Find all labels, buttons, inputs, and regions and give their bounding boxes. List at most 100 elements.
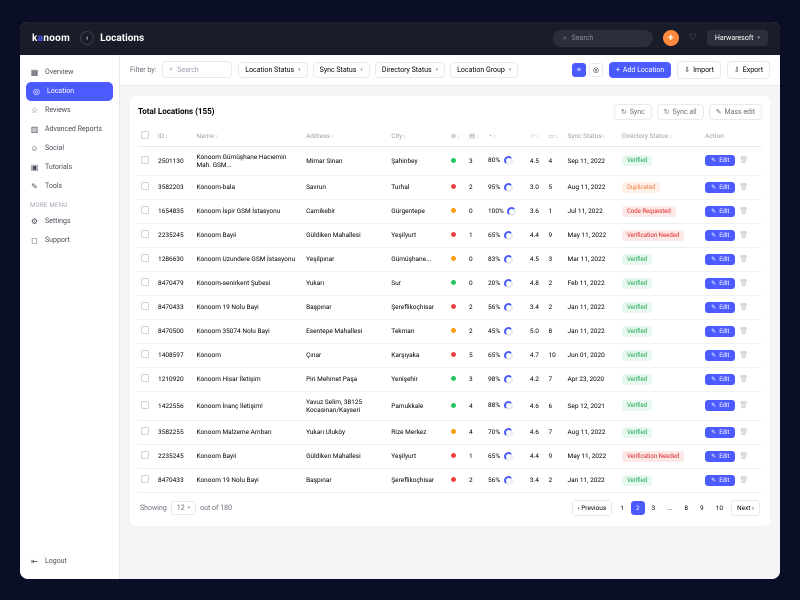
page-title: ‹ Locations — [80, 31, 144, 45]
sync-all-button[interactable]: ↻Sync all — [657, 104, 704, 120]
row-checkbox[interactable] — [141, 374, 149, 382]
page-2[interactable]: 2 — [631, 501, 645, 515]
row-checkbox[interactable] — [141, 401, 149, 409]
edit-button[interactable]: ✎Edit — [705, 302, 735, 313]
edit-button[interactable]: ✎Edit — [705, 475, 735, 486]
sidebar-item-support[interactable]: ◻Support — [20, 231, 119, 250]
app-window: kanoom ‹ Locations ⌕ Search + ♡ Harwares… — [20, 22, 780, 579]
row-checkbox[interactable] — [141, 302, 149, 310]
col-name[interactable]: Name↕ — [193, 126, 303, 147]
delete-button[interactable]: 🗑 — [739, 156, 748, 164]
edit-button[interactable]: ✎Edit — [705, 326, 735, 337]
edit-button[interactable]: ✎Edit — [705, 400, 735, 411]
add-location-button[interactable]: + Add Location — [609, 62, 671, 78]
view-map-button[interactable]: ◎ — [589, 63, 603, 77]
row-checkbox[interactable] — [141, 350, 149, 358]
back-icon[interactable]: ‹ — [80, 31, 94, 45]
col-dir[interactable]: Directory Status↕ — [619, 126, 702, 147]
row-checkbox[interactable] — [141, 206, 149, 214]
sidebar-item-overview[interactable]: ▦Overview — [20, 63, 119, 82]
page-10[interactable]: 10 — [711, 501, 728, 515]
delete-button[interactable]: 🗑 — [739, 231, 748, 239]
logout-button[interactable]: ⇤ Logout — [20, 552, 119, 571]
row-checkbox[interactable] — [141, 230, 149, 238]
global-search[interactable]: ⌕ Search — [553, 30, 653, 47]
page-9[interactable]: 9 — [695, 501, 709, 515]
per-page-select[interactable]: 12▾ — [171, 501, 196, 515]
mass-edit-button[interactable]: ✎Mass edit — [709, 104, 762, 120]
delete-button[interactable]: 🗑 — [739, 207, 748, 215]
edit-button[interactable]: ✎Edit — [705, 206, 735, 217]
page-8[interactable]: 8 — [679, 501, 693, 515]
row-checkbox[interactable] — [141, 326, 149, 334]
sidebar-item-advanced-reports[interactable]: ▥Advanced Reports — [20, 120, 119, 139]
delete-button[interactable]: 🗑 — [739, 279, 748, 287]
delete-button[interactable]: 🗑 — [739, 401, 748, 409]
edit-button[interactable]: ✎Edit — [705, 254, 735, 265]
sidebar-item-settings[interactable]: ⚙Settings — [20, 212, 119, 231]
edit-button[interactable]: ✎Edit — [705, 451, 735, 462]
edit-button[interactable]: ✎Edit — [705, 155, 735, 166]
add-button[interactable]: + — [663, 30, 679, 46]
filter-location-status[interactable]: Location Status▾ — [238, 62, 307, 78]
col-count[interactable]: ▤↕ — [466, 126, 485, 147]
sync-button[interactable]: ↻Sync — [614, 104, 652, 120]
edit-button[interactable]: ✎Edit — [705, 182, 735, 193]
account-menu[interactable]: Harwaresoft ▾ — [707, 30, 768, 46]
filter-directory-status[interactable]: Directory Status▾ — [375, 62, 445, 78]
import-button[interactable]: ⇩ Import — [677, 61, 721, 79]
page-1[interactable]: 1 — [615, 501, 629, 515]
edit-button[interactable]: ✎Edit — [705, 427, 735, 438]
cell-address: Savrun — [303, 175, 388, 199]
next-button[interactable]: Next › — [731, 500, 760, 516]
sidebar-item-tools[interactable]: ✎Tools — [20, 177, 119, 196]
row-checkbox[interactable] — [141, 451, 149, 459]
delete-button[interactable]: 🗑 — [739, 183, 748, 191]
delete-button[interactable]: 🗑 — [739, 375, 748, 383]
sidebar-item-reviews[interactable]: ☆Reviews — [20, 101, 119, 120]
col-sync[interactable]: Sync Status↕ — [565, 126, 619, 147]
row-checkbox[interactable] — [141, 182, 149, 190]
notifications-icon[interactable]: ♡ — [689, 33, 697, 43]
col-reviews[interactable]: ▭↕ — [545, 126, 564, 147]
delete-button[interactable]: 🗑 — [739, 303, 748, 311]
export-button[interactable]: ⇩ Export — [727, 61, 770, 79]
row-checkbox[interactable] — [141, 278, 149, 286]
page-3[interactable]: 3 — [647, 501, 661, 515]
delete-button[interactable]: 🗑 — [739, 428, 748, 436]
col-progress[interactable]: ◔↕ — [485, 126, 527, 147]
account-name: Harwaresoft — [715, 34, 754, 42]
delete-button[interactable]: 🗑 — [739, 476, 748, 484]
delete-button[interactable]: 🗑 — [739, 351, 748, 359]
edit-button[interactable]: ✎Edit — [705, 350, 735, 361]
delete-button[interactable]: 🗑 — [739, 255, 748, 263]
prev-button[interactable]: ‹ Previous — [572, 500, 613, 516]
nav-label: Settings — [45, 217, 71, 225]
edit-button[interactable]: ✎Edit — [705, 278, 735, 289]
col-checkbox[interactable] — [138, 126, 155, 147]
out-of-label: out of 180 — [200, 504, 232, 512]
col-id[interactable]: ID↕ — [155, 126, 193, 147]
delete-button[interactable]: 🗑 — [739, 452, 748, 460]
row-checkbox[interactable] — [141, 427, 149, 435]
col-rating[interactable]: ☆↕ — [527, 126, 546, 147]
sidebar-item-social[interactable]: ☺Social — [20, 139, 119, 158]
row-checkbox[interactable] — [141, 475, 149, 483]
filter-location-group[interactable]: Location Group▾ — [450, 62, 518, 78]
cell-count: 4 — [466, 391, 485, 420]
sidebar-item-tutorials[interactable]: ▣Tutorials — [20, 158, 119, 177]
col-city[interactable]: City↕ — [388, 126, 447, 147]
row-checkbox[interactable] — [141, 156, 149, 164]
filter-sync-status[interactable]: Sync Status▾ — [313, 62, 370, 78]
row-checkbox[interactable] — [141, 254, 149, 262]
edit-button[interactable]: ✎Edit — [705, 230, 735, 241]
sidebar-item-location[interactable]: ◎Location — [26, 82, 113, 101]
sync-icon: ↻ — [621, 108, 627, 116]
filter-search[interactable]: ⌕ Search — [162, 61, 232, 78]
edit-icon: ✎ — [711, 402, 716, 409]
delete-button[interactable]: 🗑 — [739, 327, 748, 335]
col-status-dot[interactable]: ⊕↕ — [448, 126, 466, 147]
col-address[interactable]: Address↕ — [303, 126, 388, 147]
view-list-button[interactable]: ≡ — [572, 63, 586, 77]
edit-button[interactable]: ✎Edit — [705, 374, 735, 385]
